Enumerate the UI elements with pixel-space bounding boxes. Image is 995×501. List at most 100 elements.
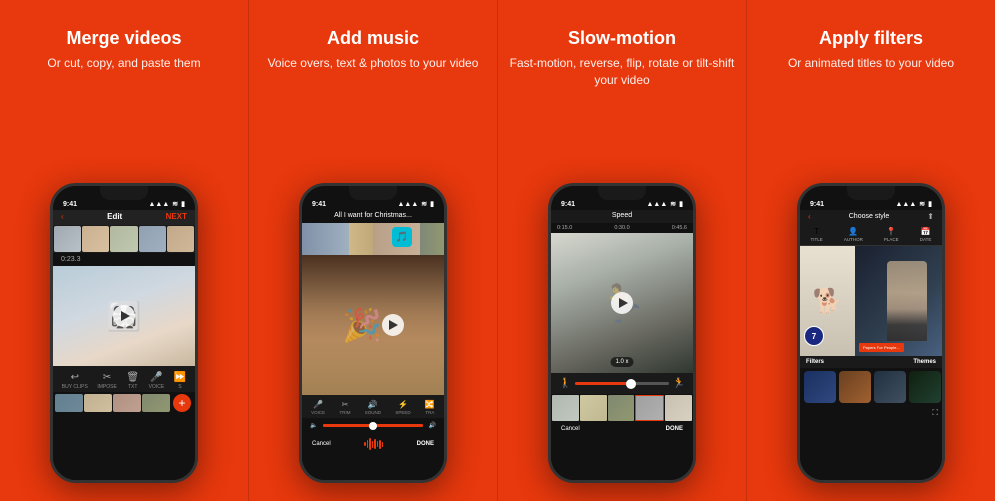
add-clip-btn[interactable]: + <box>173 394 191 412</box>
tab-title[interactable]: T TITLE <box>811 227 823 242</box>
status-time-2: 9:41 <box>312 201 326 208</box>
panel-slowmo-title: Slow-motion <box>568 28 676 49</box>
signal-icon-1: ▲▲▲ <box>148 201 169 208</box>
p3-timeline-strip <box>551 394 693 422</box>
p4-section-headers: Filters Themes <box>800 356 942 368</box>
fullscreen-btn[interactable]: ⛶ <box>932 408 938 418</box>
p1-timecode: 0:23.3 <box>53 253 195 266</box>
cancel-btn-2[interactable]: Cancel <box>312 441 331 447</box>
p4-video-preview: 🐕 Papers For People... 7 <box>800 246 942 356</box>
done-btn-3[interactable]: DONE <box>666 426 683 432</box>
speed-track[interactable] <box>575 382 668 385</box>
fast-run-icon: 🏃 <box>673 378 685 389</box>
voice-ctrl[interactable]: 🎤VOICE <box>311 400 325 415</box>
voice-btn[interactable]: 🎤VOICE <box>149 372 165 390</box>
panel-music-title: Add music <box>327 28 419 49</box>
tab-place[interactable]: 📍 PLACE <box>884 227 899 242</box>
timeline-thumb-2[interactable] <box>82 226 109 252</box>
undo-btn[interactable]: ↩BUY CLIPS <box>62 372 88 390</box>
vol-thumb[interactable] <box>369 422 377 430</box>
p1-back[interactable]: ‹ <box>61 212 64 221</box>
play-button-3[interactable] <box>611 292 633 314</box>
sf1[interactable] <box>552 395 579 421</box>
battery-icon-4: ▮ <box>928 200 932 208</box>
wb6 <box>377 441 379 447</box>
p4-back-btn[interactable]: ‹ <box>808 212 811 221</box>
play-triangle-3 <box>619 298 628 308</box>
vol-low-icon: 🔈 <box>310 422 317 429</box>
tra-ctrl[interactable]: 🔀TRA <box>425 400 435 415</box>
panel-music: Add music Voice overs, text & photos to … <box>248 0 497 501</box>
p4-share-btn[interactable]: ⬆ <box>927 212 934 221</box>
p1-controls: ↩BUY CLIPS ✂IMPOSE 🗑TXT 🎤VOICE ⏩S <box>53 366 195 392</box>
slow-walk-icon: 🚶 <box>559 378 571 389</box>
p1-next[interactable]: NEXT <box>166 212 187 221</box>
phone-screen-music: 9:41 ▲▲▲ ≋ ▮ All I want for Christmas... <box>302 186 444 480</box>
filter-thumb-1[interactable] <box>804 371 836 403</box>
speed-btn[interactable]: ⏩S <box>174 372 186 390</box>
sf5[interactable] <box>665 395 692 421</box>
play-button-2[interactable] <box>382 314 404 336</box>
p2-top-thumb: 🎵 <box>302 223 444 255</box>
wb1 <box>364 442 366 446</box>
tab-date[interactable]: 📅 DATE <box>920 227 932 242</box>
play-button-1[interactable] <box>113 305 135 327</box>
wifi-icon-2: ≋ <box>421 200 427 208</box>
strip-thumb-2[interactable] <box>84 394 112 412</box>
strip-thumb-3[interactable] <box>113 394 141 412</box>
sf2[interactable] <box>580 395 607 421</box>
timeline-thumb-4[interactable] <box>139 226 166 252</box>
delete-btn[interactable]: 🗑TXT <box>126 372 139 390</box>
battery-icon-2: ▮ <box>430 200 434 208</box>
tab-author[interactable]: 👤 AUTHOR <box>844 227 863 242</box>
p1-timeline <box>53 225 195 253</box>
status-bar-1: 9:41 ▲▲▲ ≋ ▮ <box>53 186 195 210</box>
timeline-thumb-3[interactable] <box>110 226 137 252</box>
sf4[interactable] <box>635 395 664 421</box>
author-label: AUTHOR <box>844 237 863 242</box>
speed-ctrl[interactable]: ⚡SPEED <box>395 400 410 415</box>
panel-filters-title: Apply filters <box>819 28 923 49</box>
p2-bottom-actions: Cancel DONE <box>302 433 444 455</box>
title-label: TITLE <box>811 237 823 242</box>
p1-header: ‹ Edit NEXT <box>53 210 195 225</box>
filters-label: Filters <box>806 359 824 365</box>
presenter-area <box>871 246 942 356</box>
waveform-display <box>364 437 383 451</box>
strip-thumb-4[interactable] <box>142 394 170 412</box>
volume-slider[interactable] <box>323 424 422 427</box>
timeline-thumb-1[interactable] <box>54 226 81 252</box>
p3-markers: 0:15.0 0:30.0 0:45.6 <box>551 223 693 233</box>
filter-thumb-3[interactable] <box>874 371 906 403</box>
p1-main-photo: 👨‍👩‍👧‍👦 <box>53 266 195 366</box>
cancel-btn-3[interactable]: Cancel <box>561 426 580 432</box>
phone-wrap-merge: 9:41 ▲▲▲ ≋ ▮ ‹ Edit NEXT <box>50 86 198 483</box>
filter-thumb-4[interactable] <box>909 371 941 403</box>
timeline-colors <box>302 223 444 255</box>
p3-main-video: 🏃 1.0 x <box>551 233 693 373</box>
place-icon: 📍 <box>886 227 896 236</box>
presenter-silhouette <box>887 261 927 341</box>
filter-thumb-2[interactable] <box>839 371 871 403</box>
dog-emoji: 🐕 <box>813 287 843 316</box>
tc4 <box>420 223 444 255</box>
signal-icon-4: ▲▲▲ <box>895 201 916 208</box>
phone-screen-slowmo: 9:41 ▲▲▲ ≋ ▮ Speed 0:15.0 0:30.0 0:45.6 <box>551 186 693 480</box>
panel-music-subtitle: Voice overs, text & photos to your video <box>268 55 479 72</box>
cut-btn[interactable]: ✂IMPOSE <box>97 372 116 390</box>
trim-ctrl[interactable]: ✂TRIM <box>339 400 350 415</box>
status-bar-4: 9:41 ▲▲▲ ≋ ▮ <box>800 186 942 210</box>
speed-thumb[interactable] <box>626 379 636 389</box>
wifi-icon-3: ≋ <box>670 200 676 208</box>
strip-thumb-1[interactable] <box>55 394 83 412</box>
timeline-thumb-5[interactable] <box>167 226 194 252</box>
sound-ctrl[interactable]: 🔊SOUND <box>365 400 381 415</box>
p1-bottom-strip: + <box>53 392 195 416</box>
p2-main-video: 0:00:01 🎉 <box>302 255 444 395</box>
done-btn-2[interactable]: DONE <box>417 441 434 447</box>
play-triangle-1 <box>121 311 130 321</box>
speed-badge: 1.0 x <box>610 357 633 367</box>
sf3[interactable] <box>608 395 635 421</box>
channel-badge: 7 <box>804 326 824 346</box>
wb4 <box>372 441 374 448</box>
